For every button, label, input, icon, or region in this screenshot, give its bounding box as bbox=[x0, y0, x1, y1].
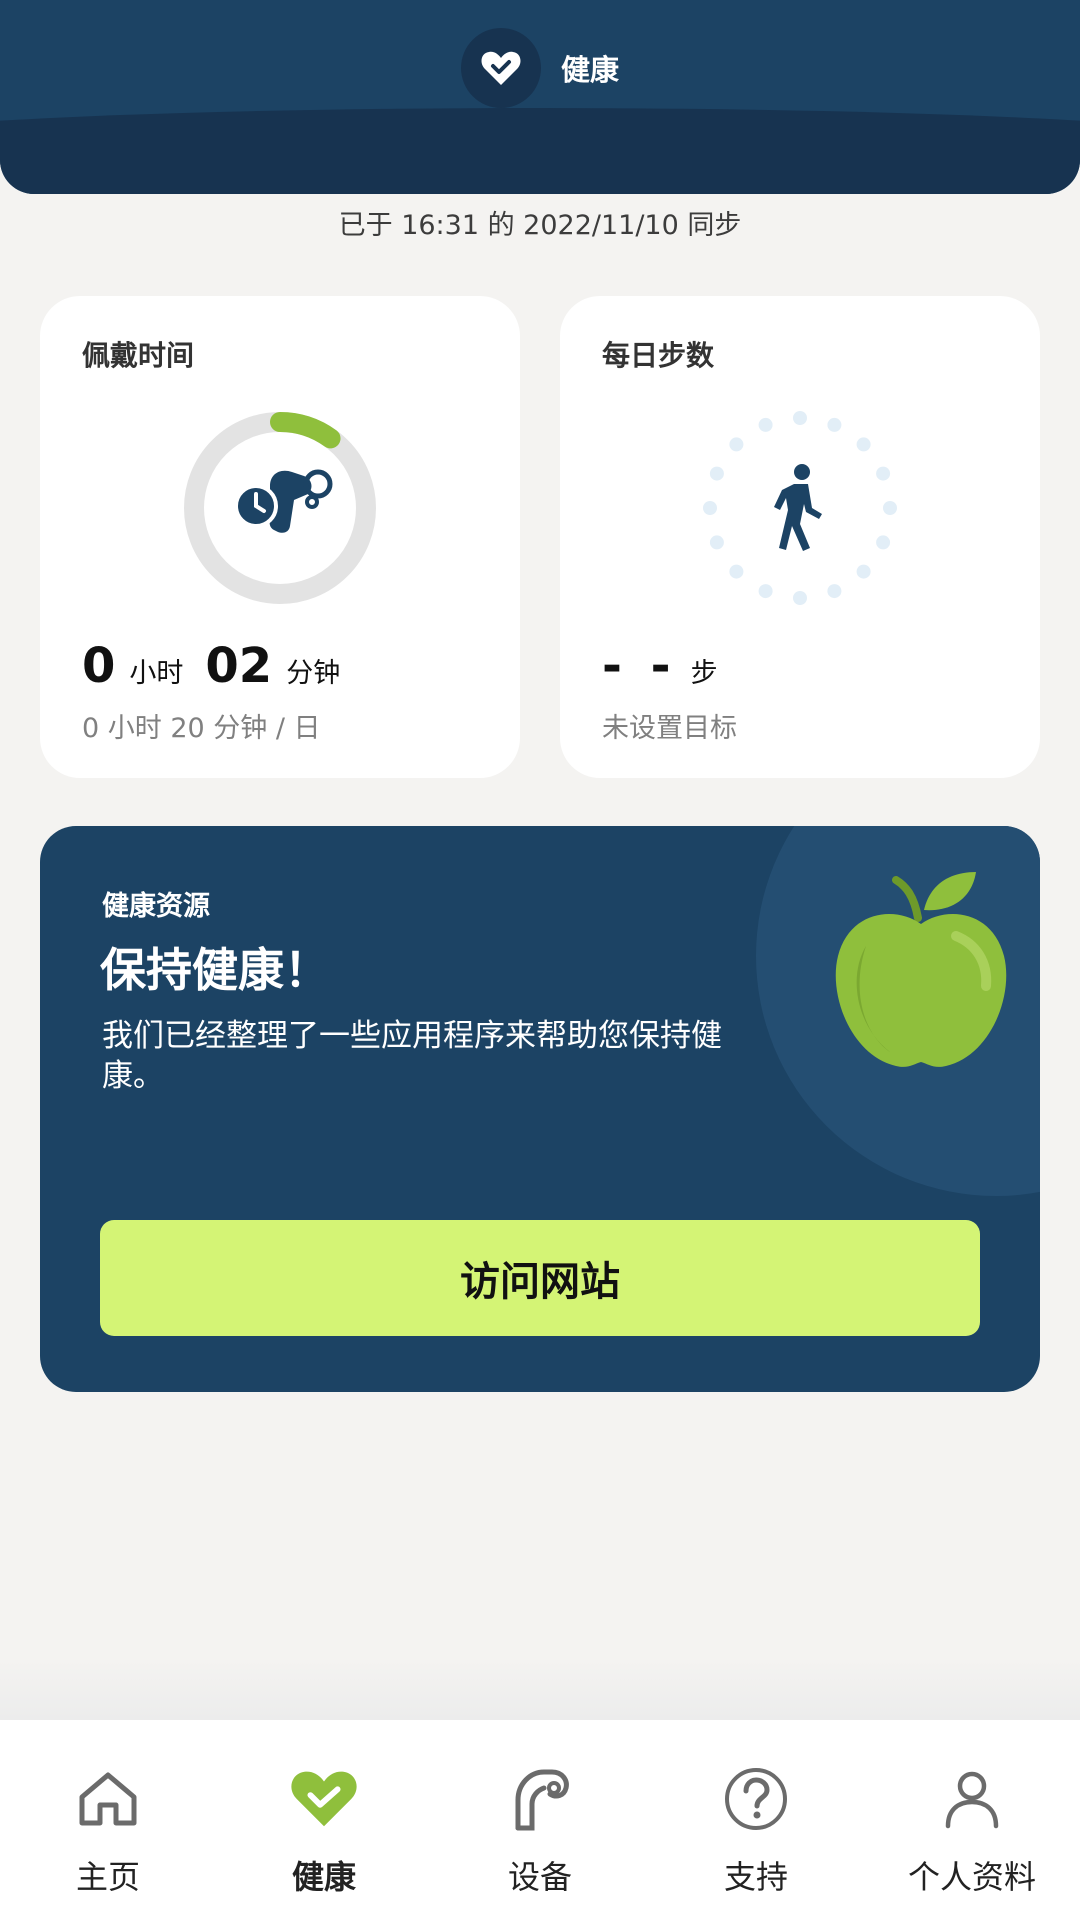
wear-hours-unit: 小时 bbox=[129, 658, 184, 689]
hearing-aid-clock-icon bbox=[234, 469, 333, 533]
steps-ring-dot bbox=[827, 584, 842, 599]
hearing-aid-icon bbox=[505, 1764, 575, 1834]
steps-ring-dot bbox=[856, 564, 871, 579]
wear-time-ring bbox=[180, 408, 380, 608]
steps-ring-dot bbox=[827, 417, 842, 432]
steps-ring bbox=[700, 408, 900, 608]
steps-ring-dot bbox=[876, 466, 891, 481]
wear-time-value: 0 小时 02 分钟 bbox=[82, 638, 362, 694]
page-title: 健康 bbox=[560, 53, 619, 87]
nav-item-home[interactable]: 主页 bbox=[0, 1720, 216, 1920]
steps-ring-dot bbox=[703, 501, 717, 515]
nav-label-profile: 个人资料 bbox=[907, 1858, 1036, 1896]
sync-status: 已于 16:31 的 2022/11/10 同步 bbox=[338, 210, 742, 241]
steps-ring-dot bbox=[793, 591, 807, 605]
header-badge bbox=[460, 28, 541, 108]
header-band bbox=[0, 108, 1080, 194]
nav-fade bbox=[0, 1660, 1080, 1720]
nav-label-devices: 设备 bbox=[507, 1858, 572, 1896]
visit-website-button[interactable]: 访问网站 bbox=[100, 1220, 980, 1336]
wear-time-goal: 0 小时 20 分钟 / 日 bbox=[82, 713, 321, 744]
header-title-row: 健康 bbox=[0, 28, 1080, 108]
home-icon bbox=[73, 1764, 143, 1834]
daily-steps-title: 每日步数 bbox=[602, 339, 715, 372]
steps-ring-dot bbox=[883, 501, 897, 515]
steps-unit: 步 bbox=[690, 658, 718, 689]
resources-label: 健康资源 bbox=[102, 891, 210, 922]
question-icon bbox=[721, 1764, 791, 1834]
wear-minutes: 02 bbox=[205, 638, 273, 694]
walking-person-icon bbox=[774, 464, 822, 551]
resources-title: 保持健康！ bbox=[100, 943, 330, 997]
heart-icon bbox=[289, 1764, 359, 1834]
wear-time-title: 佩戴时间 bbox=[82, 339, 195, 372]
person-icon bbox=[937, 1764, 1007, 1834]
nav-item-support[interactable]: 支持 bbox=[648, 1720, 864, 1920]
wear-hours: 0 bbox=[82, 638, 116, 694]
health-resources-card: 健康资源 保持健康！ 我们已经整理了一些应用程序来帮助您保持健康。 访问网站 bbox=[40, 826, 1040, 1392]
steps-count: - - bbox=[602, 638, 677, 694]
steps-ring-dot bbox=[709, 535, 724, 550]
steps-ring-dot bbox=[793, 411, 807, 425]
nav-label-support: 支持 bbox=[723, 1858, 788, 1896]
steps-ring-dot bbox=[709, 466, 724, 481]
steps-ring-dot bbox=[729, 564, 744, 579]
nav-item-health[interactable]: 健康 bbox=[216, 1720, 432, 1920]
heart-icon bbox=[481, 51, 521, 85]
nav-item-devices[interactable]: 设备 bbox=[432, 1720, 648, 1920]
wear-minutes-unit: 分钟 bbox=[286, 658, 341, 689]
header: 健康 bbox=[0, 0, 1080, 194]
bottom-nav: 主页 健康 设备 支持 个人资料 bbox=[0, 1720, 1080, 1920]
steps-ring-dot bbox=[729, 437, 744, 452]
steps-goal: 未设置目标 bbox=[602, 713, 737, 744]
wear-time-card[interactable]: 佩戴时间 0 小时 02 分钟 0 小时 20 分钟 / 日 bbox=[40, 296, 520, 778]
steps-ring-dot bbox=[856, 437, 871, 452]
resources-description: 我们已经整理了一些应用程序来帮助您保持健康。 bbox=[102, 1018, 722, 1094]
nav-item-profile[interactable]: 个人资料 bbox=[864, 1720, 1080, 1920]
daily-steps-card[interactable]: 每日步数 - - 步 未设置目标 bbox=[560, 296, 1040, 778]
nav-label-home: 主页 bbox=[75, 1858, 140, 1896]
apple-icon bbox=[835, 872, 1007, 1067]
nav-label-health: 健康 bbox=[291, 1858, 356, 1896]
steps-ring-dot bbox=[758, 417, 773, 432]
steps-ring-dot bbox=[876, 535, 891, 550]
steps-value: - - 步 bbox=[602, 638, 740, 694]
steps-ring-dot bbox=[758, 584, 773, 599]
